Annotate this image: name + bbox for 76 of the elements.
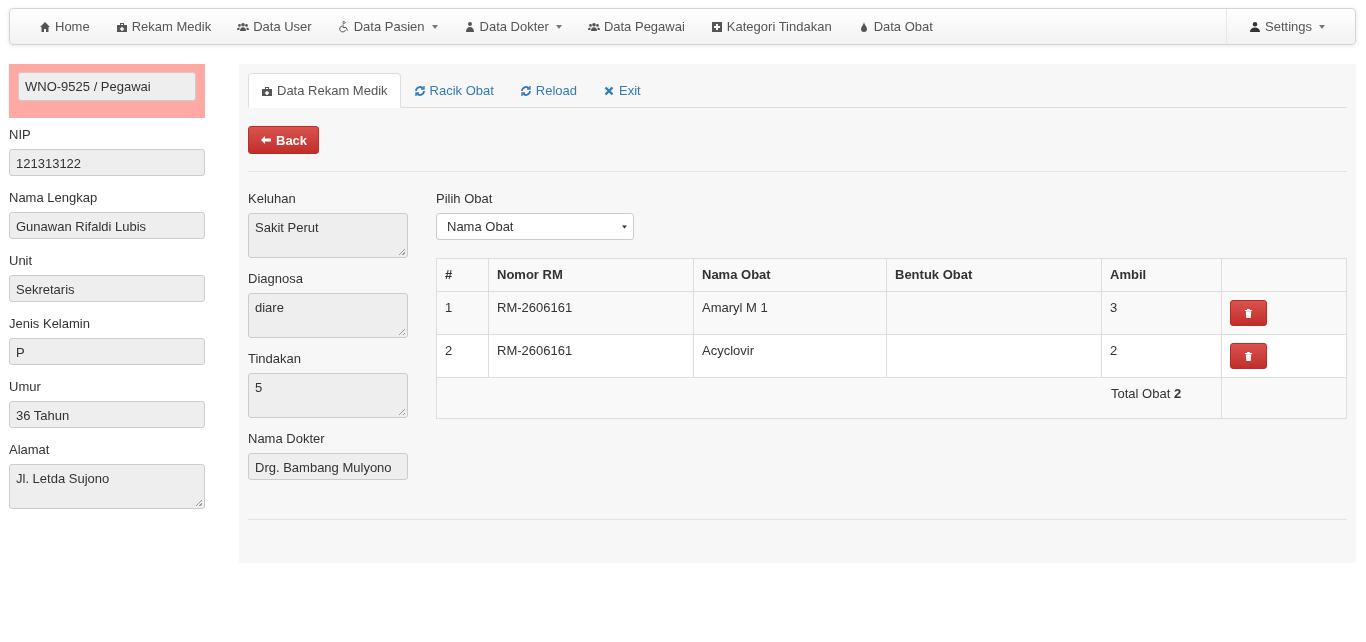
nav-link[interactable]: Data Pegawai <box>574 9 698 44</box>
field-label: NIP <box>9 127 32 142</box>
input-field[interactable]: 5 <box>248 373 408 418</box>
caret-icon <box>555 24 562 29</box>
medicine-dropdown[interactable]: Nama Obat <box>436 213 634 240</box>
tab[interactable]: Data Rekam Medik <box>248 73 401 108</box>
arrow-left-icon <box>260 134 272 146</box>
field-label: Diagnosa <box>248 271 304 286</box>
input-field[interactable]: Gunawan Rifaldi Lubis <box>9 212 205 239</box>
wheelchair-icon <box>337 20 350 33</box>
input-field[interactable]: 121313122 <box>9 149 205 176</box>
resize-grip-icon <box>399 249 405 255</box>
resize-grip-icon <box>399 329 405 335</box>
table-cell: 2 <box>436 334 489 378</box>
table-cell: Amaryl M 1 <box>693 291 887 335</box>
caret-icon <box>1319 24 1325 29</box>
column-header: Nomor RM <box>488 258 694 292</box>
refresh-icon <box>413 84 426 97</box>
table-cell: RM-2606161 <box>488 291 694 335</box>
field-label: Unit <box>9 253 34 268</box>
field-label: Tindakan <box>248 351 302 366</box>
resize-grip-icon <box>196 500 202 506</box>
users-icon <box>587 20 600 33</box>
input-field[interactable]: 36 Tahun <box>9 401 205 428</box>
medkit-icon <box>115 20 128 33</box>
field-label: Alamat <box>9 442 51 457</box>
tab[interactable]: Racik Obat <box>400 73 507 108</box>
table-cell: RM-2606161 <box>488 334 694 378</box>
field-label: Keluhan <box>248 191 297 206</box>
resize-grip-icon <box>399 409 405 415</box>
caret-icon <box>431 24 438 29</box>
input-field[interactable]: P <box>9 338 205 365</box>
table-cell: 1 <box>436 291 489 335</box>
field-label: Nama Dokter <box>248 431 326 446</box>
table-cell: 3 <box>1101 291 1222 335</box>
field-label: Jenis Kelamin <box>9 316 91 331</box>
back-button[interactable]: Back <box>248 126 320 154</box>
column-header: Ambil <box>1101 258 1222 292</box>
users-icon <box>237 20 250 33</box>
nav-link[interactable]: Data Obat <box>844 9 946 44</box>
refresh-icon <box>519 84 532 97</box>
settings-menu[interactable]: Settings <box>1226 9 1355 44</box>
field-label: Nama Lengkap <box>9 190 99 205</box>
trash-icon <box>1244 350 1253 362</box>
plus-icon <box>710 20 723 33</box>
column-header: Bentuk Obat <box>886 258 1102 292</box>
input-field[interactable]: diare <box>248 293 408 338</box>
input-field[interactable]: Sakit Perut <box>248 213 408 258</box>
input-field[interactable]: Sekretaris <box>9 275 205 302</box>
field-label: Umur <box>9 379 42 394</box>
column-header: Nama Obat <box>693 258 887 292</box>
home-icon <box>39 20 51 33</box>
nav-link[interactable]: Kategori Tindakan <box>697 9 845 44</box>
trash-icon <box>1244 307 1253 319</box>
close-icon <box>603 84 616 97</box>
column-header: # <box>436 258 489 292</box>
caret-icon <box>622 224 627 229</box>
nav-link[interactable]: Data Pasien <box>324 9 451 44</box>
nav-link[interactable]: Data Dokter <box>450 9 575 44</box>
medkit-icon <box>261 84 273 97</box>
field-label: Pilih Obat <box>436 191 494 206</box>
user-icon <box>1249 20 1261 33</box>
table-cell: Acyclovir <box>693 334 887 378</box>
nav-link[interactable]: Rekam Medik <box>102 9 225 44</box>
input-field[interactable]: Drg. Bambang Mulyono <box>248 453 408 480</box>
delete-button[interactable] <box>1230 343 1267 369</box>
doctor-icon <box>463 20 476 33</box>
tab[interactable]: Exit <box>590 73 654 108</box>
nav-link[interactable]: Home <box>26 9 103 44</box>
tab[interactable]: Reload <box>506 73 591 108</box>
total-cell: Total Obat 2 <box>436 377 1222 419</box>
table-cell: 2 <box>1101 334 1222 378</box>
id-field: WNO-9525 / Pegawai <box>18 72 196 101</box>
nav-link[interactable]: Data User <box>224 9 325 44</box>
delete-button[interactable] <box>1230 300 1267 326</box>
input-field[interactable]: Jl. Letda Sujono <box>9 464 205 509</box>
